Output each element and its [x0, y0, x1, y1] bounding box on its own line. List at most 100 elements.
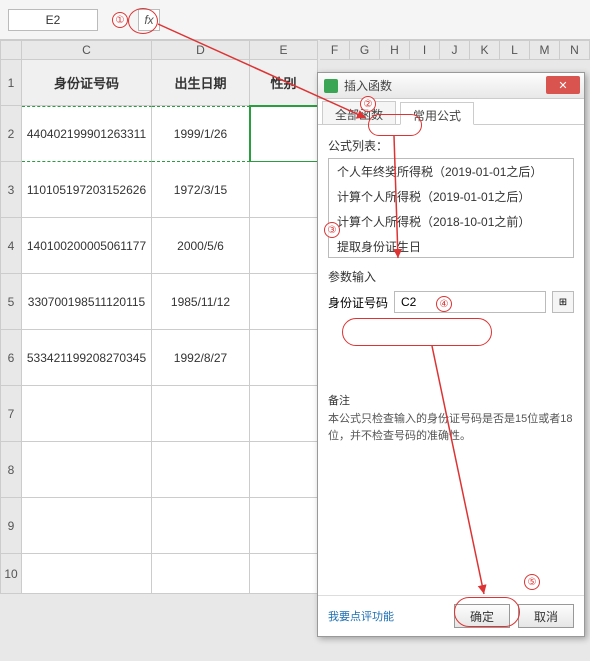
cell-header-dob[interactable]: 出生日期 — [152, 60, 250, 106]
cell-dob[interactable]: 1972/3/15 — [152, 162, 250, 218]
col-header-D[interactable]: D — [152, 40, 250, 60]
row-header[interactable]: 4 — [0, 218, 22, 274]
cell-gender[interactable] — [250, 162, 318, 218]
col-headers: C D E — [0, 40, 320, 60]
dialog-icon — [324, 79, 338, 93]
col-header-F[interactable]: F — [320, 40, 350, 60]
formula-listbox[interactable]: 个人年终奖所得税（2019-01-01之后） 计算个人所得税（2019-01-0… — [328, 158, 574, 258]
cell[interactable] — [22, 386, 152, 442]
cell[interactable] — [250, 386, 318, 442]
annotation-number-5: ⑤ — [524, 574, 540, 590]
row-header[interactable]: 1 — [0, 60, 22, 106]
row-2: 2 440402199901263311 1999/1/26 — [0, 106, 320, 162]
annotation-circle-4 — [342, 318, 492, 346]
row-header[interactable]: 8 — [0, 442, 22, 498]
formula-list-label: 公式列表： — [328, 137, 574, 154]
row-header[interactable]: 2 — [0, 106, 22, 162]
annotation-number-1: ① — [112, 12, 128, 28]
cell-dob[interactable]: 1999/1/26 — [152, 106, 250, 162]
cell-header-gender[interactable]: 性别 — [250, 60, 318, 106]
cell-gender-selected[interactable] — [250, 106, 318, 162]
cell[interactable] — [152, 386, 250, 442]
dialog-title-text: 插入函数 — [344, 77, 392, 94]
col-header-H[interactable]: H — [380, 40, 410, 60]
dialog-body: 公式列表： 个人年终奖所得税（2019-01-01之后） 计算个人所得税（201… — [318, 125, 584, 595]
name-box[interactable]: E2 — [8, 9, 98, 31]
row-header[interactable]: 6 — [0, 330, 22, 386]
param-section-label: 参数输入 — [328, 268, 574, 285]
list-item[interactable]: 个人年终奖所得税（2019-01-01之后） — [329, 159, 573, 184]
col-header-G[interactable]: G — [350, 40, 380, 60]
cell[interactable] — [250, 442, 318, 498]
col-header-I[interactable]: I — [410, 40, 440, 60]
cell-gender[interactable] — [250, 274, 318, 330]
cell-dob[interactable]: 2000/5/6 — [152, 218, 250, 274]
note-title: 备注 — [328, 393, 574, 411]
cell[interactable] — [152, 442, 250, 498]
cell[interactable] — [250, 498, 318, 554]
row-header[interactable]: 5 — [0, 274, 22, 330]
col-header-E[interactable]: E — [250, 40, 318, 60]
list-item[interactable]: 计算个人所得税（2018-10-01之前） — [329, 209, 573, 234]
param-name-label: 身份证号码 — [328, 294, 388, 311]
feedback-link[interactable]: 我要点评功能 — [328, 608, 446, 624]
annotation-number-3: ③ — [324, 222, 340, 238]
row-10: 10 — [0, 554, 320, 594]
col-header-C[interactable]: C — [22, 40, 152, 60]
annotation-circle-2 — [368, 114, 422, 136]
cell[interactable] — [152, 554, 250, 594]
row-header[interactable]: 10 — [0, 554, 22, 594]
note-section: 备注 本公式只检查输入的身份证号码是否是15位或者18位，并不检查号码的准确性。 — [328, 393, 574, 446]
dialog-close-button[interactable]: ✕ — [546, 76, 580, 94]
list-item[interactable]: 计算个人所得税（2019-01-01之后） — [329, 184, 573, 209]
cell-dob[interactable]: 1985/11/12 — [152, 274, 250, 330]
annotation-number-2: ② — [360, 96, 376, 112]
col-headers-right: F G H I J K L M N — [320, 40, 590, 60]
cell[interactable] — [22, 442, 152, 498]
dialog-titlebar[interactable]: 插入函数 ✕ — [318, 73, 584, 99]
row-3: 3 110105197203152626 1972/3/15 — [0, 162, 320, 218]
col-header-K[interactable]: K — [470, 40, 500, 60]
col-header-N[interactable]: N — [560, 40, 590, 60]
row-1: 1 身份证号码 出生日期 性别 — [0, 60, 320, 106]
row-8: 8 — [0, 442, 320, 498]
note-body: 本公式只检查输入的身份证号码是否是15位或者18位，并不检查号码的准确性。 — [328, 411, 574, 446]
cell[interactable] — [152, 498, 250, 554]
cell-dob[interactable]: 1992/8/27 — [152, 330, 250, 386]
cell-gender[interactable] — [250, 330, 318, 386]
col-header-L[interactable]: L — [500, 40, 530, 60]
cell-id[interactable]: 533421199208270345 — [22, 330, 152, 386]
dialog-tabs: 全部函数 常用公式 — [318, 99, 584, 125]
insert-function-dialog: 插入函数 ✕ 全部函数 常用公式 公式列表： 个人年终奖所得税（2019-01-… — [317, 72, 585, 637]
annotation-circle-1 — [128, 8, 158, 34]
cell-id[interactable]: 330700198511120115 — [22, 274, 152, 330]
list-item[interactable]: 提取身份证生日 — [329, 234, 573, 258]
param-input-idnumber[interactable]: C2 — [394, 291, 546, 313]
range-picker-button[interactable]: ⊞ — [552, 291, 574, 313]
col-header-M[interactable]: M — [530, 40, 560, 60]
cell-id[interactable]: 140100200005061177 — [22, 218, 152, 274]
cell-header-id[interactable]: 身份证号码 — [22, 60, 152, 106]
spreadsheet: C D E 1 身份证号码 出生日期 性别 2 4404021999012633… — [0, 40, 320, 594]
cell-id[interactable]: 110105197203152626 — [22, 162, 152, 218]
row-header[interactable]: 7 — [0, 386, 22, 442]
select-all-corner[interactable] — [0, 40, 22, 60]
cell-gender[interactable] — [250, 218, 318, 274]
annotation-number-4: ④ — [436, 296, 452, 312]
dialog-footer: 我要点评功能 确定 取消 — [318, 595, 584, 636]
cell-id[interactable]: 440402199901263311 — [22, 106, 152, 162]
row-7: 7 — [0, 386, 320, 442]
cancel-button[interactable]: 取消 — [518, 604, 574, 628]
cell[interactable] — [22, 498, 152, 554]
row-header[interactable]: 9 — [0, 498, 22, 554]
row-4: 4 140100200005061177 2000/5/6 — [0, 218, 320, 274]
row-9: 9 — [0, 498, 320, 554]
annotation-circle-5 — [454, 597, 520, 627]
col-header-J[interactable]: J — [440, 40, 470, 60]
cell[interactable] — [250, 554, 318, 594]
formula-bar: E2 fx — [0, 0, 590, 40]
cell[interactable] — [22, 554, 152, 594]
row-6: 6 533421199208270345 1992/8/27 — [0, 330, 320, 386]
row-5: 5 330700198511120115 1985/11/12 — [0, 274, 320, 330]
row-header[interactable]: 3 — [0, 162, 22, 218]
